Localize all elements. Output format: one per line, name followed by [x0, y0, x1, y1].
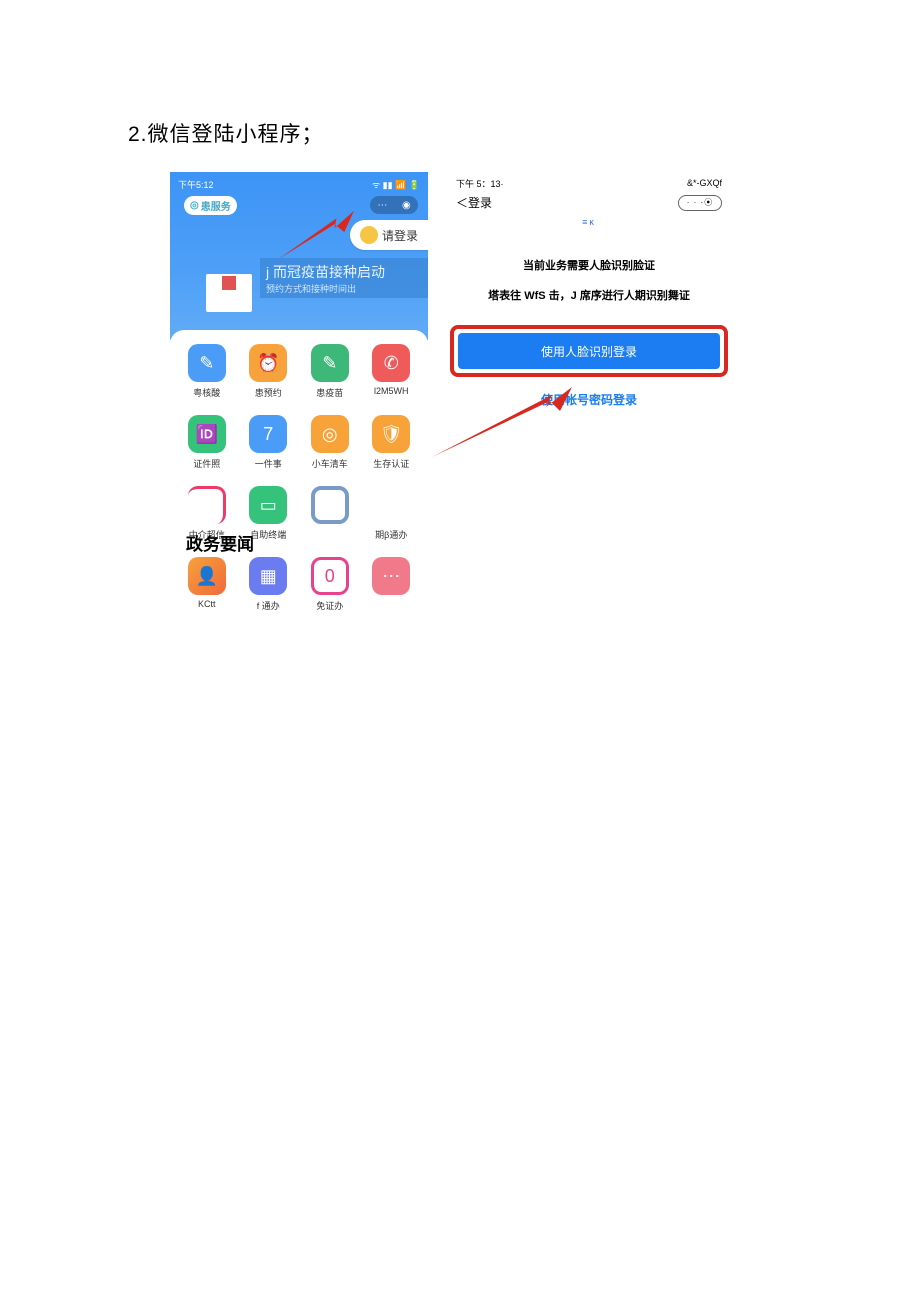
annotation-arrow-icon: [278, 210, 356, 260]
app-yijianshi[interactable]: 7一件事: [239, 415, 297, 470]
hospital-cross-icon: [222, 276, 236, 290]
app-yueyimiao[interactable]: ✎患疫苗: [301, 344, 359, 399]
login-label: 请登录: [382, 227, 418, 244]
qr-icon: ▦: [249, 557, 287, 595]
logo-icon: ◎: [190, 200, 199, 211]
app-shengcunrenzheng[interactable]: 🛡生存认证: [362, 415, 420, 470]
phone-icon: ✆: [372, 344, 410, 382]
zero-icon: 0: [311, 557, 349, 595]
syringe-icon: ✎: [311, 344, 349, 382]
face-msg-1: 当前业务需要人脸识别脸证: [444, 257, 734, 273]
terminal-icon: ▭: [249, 486, 287, 524]
circle-icon: [311, 486, 349, 524]
shield-icon: 🛡: [372, 415, 410, 453]
status-time: 下午 5：13·: [456, 177, 504, 190]
status-time: 下午5:12: [178, 178, 214, 191]
app-mianzhengban[interactable]: 0免证办: [301, 557, 359, 612]
primary-button-highlight: 使用人脸识别登录: [450, 325, 728, 377]
person-icon: 👤: [188, 557, 226, 595]
page-title: 2.微信登陆小程序；: [128, 118, 324, 148]
scan-icon: ✎: [188, 344, 226, 382]
id-icon: 🆔: [188, 415, 226, 453]
more-icon: ⋯: [372, 557, 410, 595]
phone-right-screenshot: 下午 5：13· &*-GXQf ＜登录 · · ·⦿ ≡ĸ 当前业务需要人脸识…: [444, 172, 734, 622]
capsule-menu-icon[interactable]: ⋯: [377, 200, 387, 211]
blank-icon: [372, 486, 410, 524]
app-xiaocheweizhang[interactable]: ◎小车清车: [301, 415, 359, 470]
status-icons: ᯤ ▮▮ 📶 🔋: [372, 178, 420, 191]
banner-line2: 预约方式和接种时间出: [266, 282, 422, 295]
app-yuehesuan[interactable]: ✎粤核酸: [178, 344, 236, 399]
app-logo: ◎ 患服务: [184, 196, 237, 215]
number-icon: 7: [249, 415, 287, 453]
nav-mid: ≡ĸ: [444, 217, 734, 227]
target-icon: ◎: [311, 415, 349, 453]
status-bar: 下午 5：13· &*-GXQf: [444, 176, 734, 190]
password-login-text: 使用帐号密码登录: [541, 393, 637, 407]
app-more[interactable]: ⋯: [362, 557, 420, 612]
mini-app-header: 下午5:12 ᯤ ▮▮ 📶 🔋 ◎ 患服务 ⋯ ◉ 请登录: [170, 172, 428, 340]
banner-text: j 而冠疫苗接种启动 预约方式和接种时间出: [260, 258, 428, 298]
app-yuetongban[interactable]: 期β通办: [362, 486, 420, 541]
section-title: 政务要闻: [186, 530, 254, 555]
status-bar: 下午5:12 ᯤ ▮▮ 📶 🔋: [170, 176, 428, 192]
app-yueshengshi[interactable]: ✆l2M5WH: [362, 344, 420, 399]
face-msg-2: 塔表往 WfS 击，J 席序逬行人期识别舞证: [444, 287, 734, 303]
logo-text: 患服务: [201, 198, 231, 213]
app-kctt[interactable]: 👤KCtt: [178, 557, 236, 612]
status-right: &*-GXQf: [687, 178, 722, 188]
avatar-icon: [360, 226, 378, 244]
capsule-close-icon[interactable]: ◉: [402, 200, 411, 211]
app-circle[interactable]: [301, 486, 359, 541]
nav-bar: ＜登录 · · ·⦿: [444, 190, 734, 215]
back-button[interactable]: ＜登录: [456, 194, 492, 211]
wechat-capsule[interactable]: ⋯ ◉: [370, 196, 418, 214]
face-login-button[interactable]: 使用人脸识别登录: [458, 333, 720, 369]
banner-line1: j 而冠疫苗接种启动: [266, 262, 422, 282]
app-yueyuyue[interactable]: ⏰患预约: [239, 344, 297, 399]
app-ftongban[interactable]: ▦f 通办: [239, 557, 297, 612]
clock-icon: ⏰: [249, 344, 287, 382]
screenshot-row: 下午5:12 ᯤ ▮▮ 📶 🔋 ◎ 患服务 ⋯ ◉ 请登录: [170, 172, 734, 622]
app-zhengjianzhao[interactable]: 🆔证件照: [178, 415, 236, 470]
login-button[interactable]: 请登录: [350, 220, 428, 250]
password-login-link[interactable]: 使用帐号密码登录: [444, 391, 734, 408]
app-grid: ✎粤核酸 ⏰患预约 ✎患疫苗 ✆l2M5WH 🆔证件照 7一件事 ◎小车清车 🛡…: [170, 330, 428, 622]
corner-icon: [188, 486, 226, 524]
wechat-capsule[interactable]: · · ·⦿: [678, 195, 722, 211]
